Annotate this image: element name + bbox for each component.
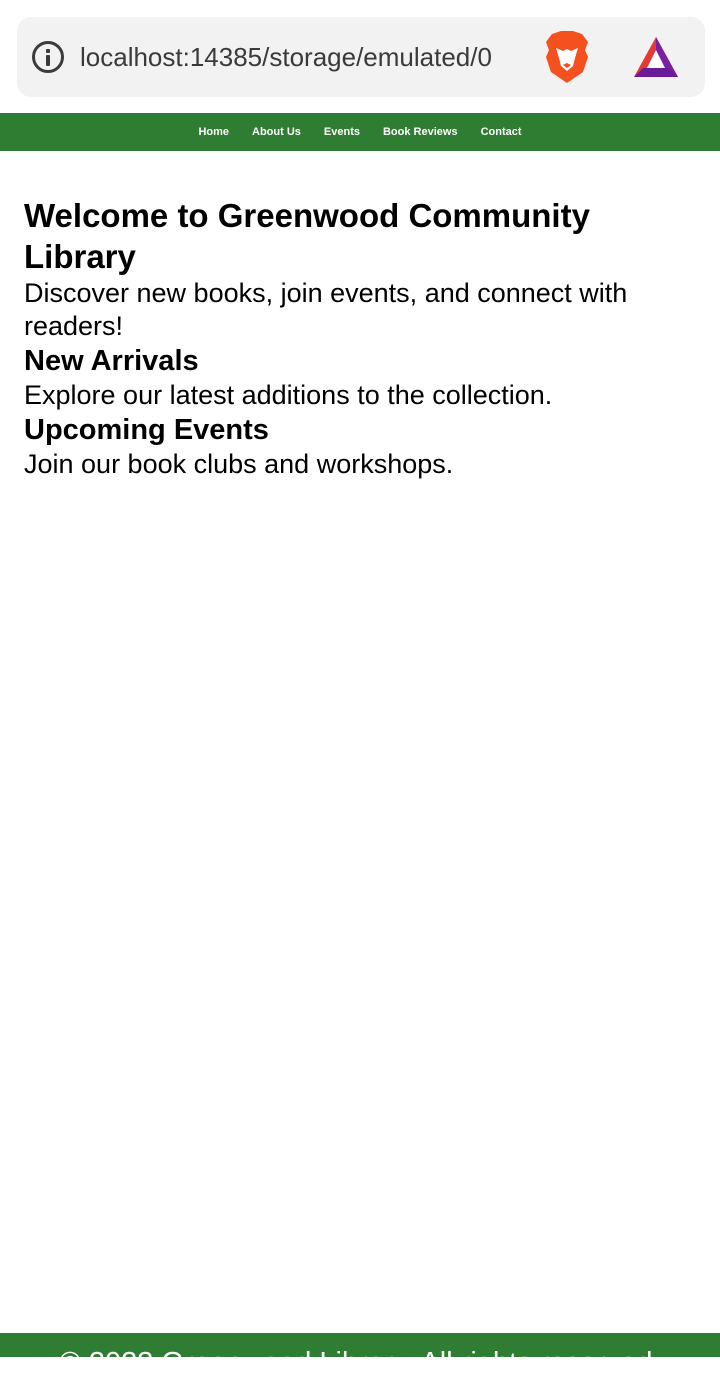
screen: localhost:14385/storage/emulated/0 Home … (0, 0, 720, 1379)
intro-text: Discover new books, join events, and con… (24, 278, 628, 341)
browser-toolbar: localhost:14385/storage/emulated/0 (0, 0, 720, 113)
nav-about-link[interactable]: About Us (252, 113, 301, 151)
new-arrivals-heading: New Arrivals (24, 345, 199, 377)
nav-book-reviews-link[interactable]: Book Reviews (383, 113, 458, 151)
info-icon[interactable] (32, 41, 64, 73)
main-navigation: Home About Us Events Book Reviews Contac… (0, 113, 720, 151)
brave-lion-icon[interactable] (542, 30, 592, 84)
main-content: Welcome to Greenwood Community Library D… (24, 195, 704, 481)
bat-triangle-icon[interactable] (632, 35, 680, 79)
address-bar[interactable]: localhost:14385/storage/emulated/0 (17, 17, 705, 97)
url-text[interactable]: localhost:14385/storage/emulated/0 (80, 39, 530, 75)
upcoming-events-heading: Upcoming Events (24, 414, 269, 446)
nav-home-link[interactable]: Home (198, 113, 229, 151)
upcoming-events-text: Join our book clubs and workshops. (24, 449, 454, 479)
nav-contact-link[interactable]: Contact (481, 113, 522, 151)
nav-events-link[interactable]: Events (324, 113, 360, 151)
system-bottom-strip (0, 1357, 720, 1379)
new-arrivals-text: Explore our latest additions to the coll… (24, 380, 553, 410)
page-title: Welcome to Greenwood Community Library (24, 197, 590, 275)
